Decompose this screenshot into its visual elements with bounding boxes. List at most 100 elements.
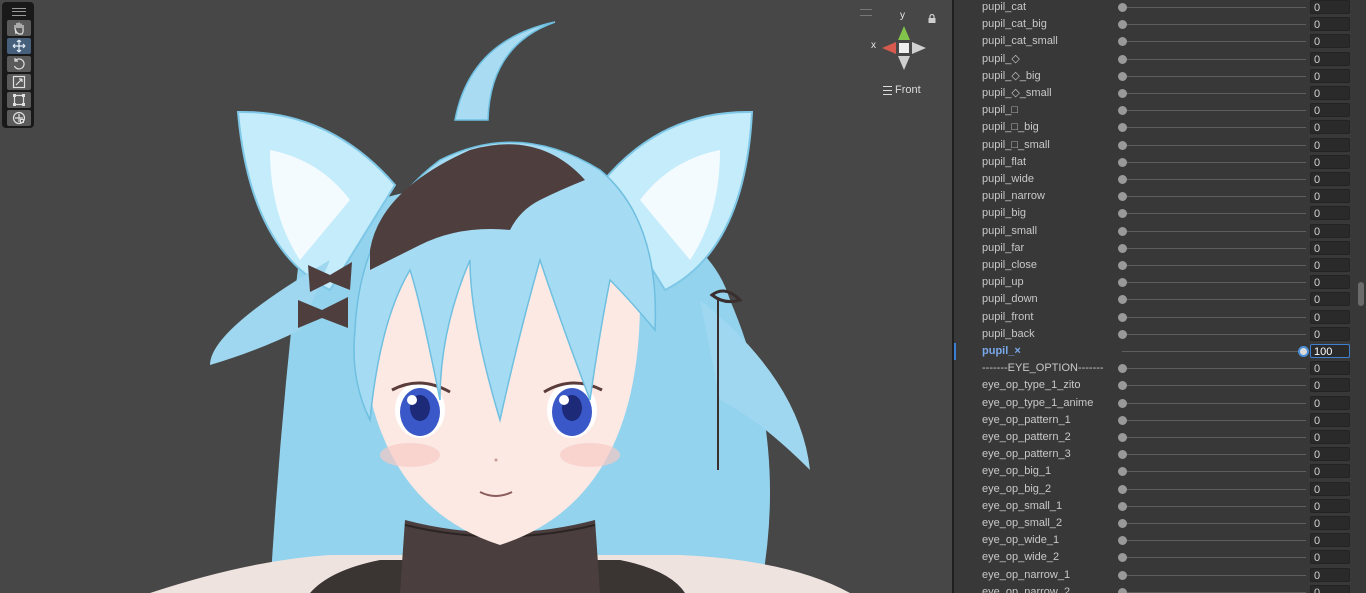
blendshape-slider-handle[interactable]: [1118, 71, 1127, 81]
gizmo-y-axis-cone[interactable]: [898, 26, 910, 40]
blendshape-row[interactable]: pupil_big 0: [954, 205, 1366, 222]
blendshape-slider-handle[interactable]: [1118, 433, 1127, 442]
blendshape-slider-track[interactable]: [1122, 213, 1306, 215]
view-mode-toggle[interactable]: Front: [883, 84, 921, 96]
blendshape-value-field[interactable]: 0: [1310, 412, 1350, 427]
blendshape-slider-track[interactable]: [1122, 58, 1306, 60]
blendshape-row[interactable]: pupil_close 0: [954, 257, 1366, 274]
blendshape-value-field[interactable]: 100: [1310, 344, 1350, 358]
blendshape-row[interactable]: eye_op_pattern_3 0: [954, 446, 1366, 463]
blendshape-slider-handle[interactable]: [1118, 519, 1127, 528]
blendshape-slider-handle[interactable]: [1118, 329, 1127, 339]
blendshape-value-field[interactable]: 0: [1310, 68, 1350, 83]
blendshape-slider-handle[interactable]: [1118, 261, 1127, 270]
blendshape-value-field[interactable]: 0: [1310, 309, 1350, 324]
blendshape-row[interactable]: pupil_down 0: [954, 291, 1366, 308]
blendshape-row[interactable]: pupil_flat 0: [954, 154, 1366, 171]
blendshape-row[interactable]: pupil_narrow 0: [954, 188, 1366, 205]
blendshape-value-field[interactable]: 0: [1310, 516, 1350, 530]
blendshape-slider-handle[interactable]: [1118, 398, 1127, 408]
blendshape-value-field[interactable]: 0: [1310, 86, 1350, 100]
blendshape-value-field[interactable]: 0: [1310, 447, 1350, 462]
scene-view[interactable]: y x Front: [0, 0, 952, 593]
blendshape-value-field[interactable]: 0: [1310, 378, 1350, 393]
blendshape-row[interactable]: pupil_□ 0: [954, 102, 1366, 119]
scale-tool-button[interactable]: [7, 74, 31, 90]
blendshape-row[interactable]: eye_op_big_1 0: [954, 463, 1366, 480]
transform-tool-button[interactable]: [7, 110, 31, 126]
blendshape-value-field[interactable]: 0: [1310, 550, 1350, 565]
blendshape-slider-track[interactable]: [1122, 419, 1306, 421]
blendshape-value-field[interactable]: 0: [1310, 395, 1350, 410]
blendshape-row[interactable]: -------EYE_OPTION------- 0: [954, 360, 1366, 377]
blendshape-slider-handle[interactable]: [1118, 570, 1127, 580]
blendshape-slider-track[interactable]: [1122, 523, 1306, 524]
blendshape-value-field[interactable]: 0: [1310, 326, 1350, 341]
blendshape-row[interactable]: pupil_□_big 0: [954, 119, 1366, 136]
blendshape-value-field[interactable]: 0: [1310, 292, 1350, 307]
blendshape-slider-track[interactable]: [1122, 574, 1306, 576]
blendshape-slider-handle[interactable]: [1118, 140, 1127, 150]
blendshape-row[interactable]: eye_op_wide_1 0: [954, 532, 1366, 549]
blendshape-value-field[interactable]: 0: [1310, 51, 1350, 66]
blendshape-value-field[interactable]: 0: [1310, 258, 1350, 272]
blendshape-row[interactable]: pupil_up 0: [954, 274, 1366, 291]
gizmo-neg-x-axis-cone[interactable]: [912, 42, 926, 54]
blendshape-slider-track[interactable]: [1122, 265, 1306, 266]
gizmo-neg-y-axis-cone[interactable]: [898, 56, 910, 70]
blendshape-slider-track[interactable]: [1122, 505, 1306, 507]
blendshape-slider-handle[interactable]: [1118, 20, 1127, 30]
blendshape-slider-track[interactable]: [1122, 540, 1306, 542]
blendshape-row[interactable]: pupil_× 100: [954, 343, 1366, 360]
blendshape-slider-handle[interactable]: [1118, 295, 1127, 305]
blendshape-slider-track[interactable]: [1122, 196, 1306, 198]
blendshape-slider-handle[interactable]: [1118, 450, 1127, 460]
panel-scrollbar[interactable]: [1358, 282, 1364, 306]
blendshape-value-field[interactable]: 0: [1310, 103, 1350, 118]
blendshape-slider-track[interactable]: [1122, 179, 1306, 180]
blendshape-slider-track[interactable]: [1122, 41, 1306, 43]
blendshape-slider-handle[interactable]: [1118, 192, 1127, 202]
blendshape-slider-handle[interactable]: [1118, 312, 1127, 322]
blendshape-slider-track[interactable]: [1122, 282, 1306, 284]
blendshape-slider-handle[interactable]: [1118, 587, 1127, 593]
blendshape-slider-handle[interactable]: [1298, 346, 1309, 357]
blendshape-value-field[interactable]: 0: [1310, 154, 1350, 169]
blendshape-row[interactable]: pupil_◇ 0: [954, 51, 1366, 68]
blendshape-value-field[interactable]: 0: [1310, 567, 1350, 582]
blendshape-slider-track[interactable]: [1122, 333, 1306, 335]
blendshape-value-field[interactable]: 0: [1310, 430, 1350, 444]
blendshape-row[interactable]: eye_op_wide_2 0: [954, 549, 1366, 566]
blendshape-slider-track[interactable]: [1122, 161, 1306, 163]
blendshape-slider-handle[interactable]: [1118, 123, 1127, 133]
blendshape-slider-handle[interactable]: [1118, 54, 1127, 64]
move-tool-button[interactable]: [7, 38, 31, 54]
blendshape-slider-track[interactable]: [1122, 437, 1306, 438]
blendshape-row[interactable]: pupil_front 0: [954, 309, 1366, 326]
blendshape-value-field[interactable]: 0: [1310, 34, 1350, 49]
blendshape-row[interactable]: eye_op_narrow_2 0: [954, 584, 1366, 593]
blendshape-value-field[interactable]: 0: [1310, 464, 1350, 479]
blendshape-value-field[interactable]: 0: [1310, 498, 1350, 513]
gizmo-center-cube[interactable]: [899, 43, 909, 53]
blendshape-slider-track[interactable]: [1122, 351, 1306, 352]
blendshape-value-field[interactable]: 0: [1310, 0, 1350, 14]
blendshape-slider-handle[interactable]: [1118, 415, 1127, 425]
palette-grip-icon[interactable]: [12, 8, 26, 16]
blendshape-row[interactable]: eye_op_small_2 0: [954, 515, 1366, 532]
blendshape-value-field[interactable]: 0: [1310, 584, 1350, 593]
blendshape-slider-handle[interactable]: [1118, 553, 1127, 563]
blendshape-slider-track[interactable]: [1122, 454, 1306, 456]
blendshape-slider-handle[interactable]: [1118, 3, 1127, 12]
blendshape-slider-track[interactable]: [1122, 247, 1306, 249]
rotate-tool-button[interactable]: [7, 56, 31, 72]
blendshape-slider-track[interactable]: [1122, 7, 1306, 8]
blendshape-slider-track[interactable]: [1122, 368, 1306, 370]
blendshape-slider-track[interactable]: [1122, 75, 1306, 77]
blendshape-value-field[interactable]: 0: [1310, 240, 1350, 255]
blendshape-value-field[interactable]: 0: [1310, 223, 1350, 238]
blendshape-slider-track[interactable]: [1122, 144, 1306, 146]
blendshape-row[interactable]: pupil_◇_big 0: [954, 68, 1366, 85]
blendshape-row[interactable]: pupil_back 0: [954, 326, 1366, 343]
blendshape-slider-handle[interactable]: [1118, 209, 1127, 219]
